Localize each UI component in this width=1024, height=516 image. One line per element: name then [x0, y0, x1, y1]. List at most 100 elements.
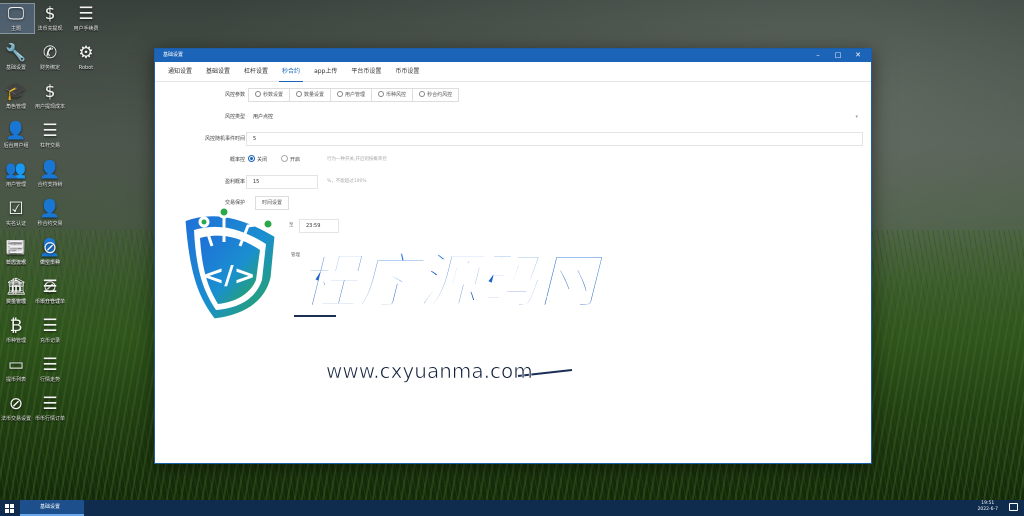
list-icon: ☰ [42, 121, 58, 141]
delay-label: 风控随机事件时间 [204, 136, 245, 142]
risk-mode-select[interactable]: 用户点控 ▾ [246, 110, 863, 124]
risk-type-option[interactable]: 秒数设置 [248, 88, 291, 102]
risk-mode-label: 风控类型 [224, 114, 245, 120]
risk-type-option[interactable]: 数量设置 [289, 88, 332, 102]
list-icon: ☰ [42, 355, 58, 375]
option-icon [255, 91, 261, 97]
taskbar: 基础设置 19:51 2022-6-7 [0, 500, 1024, 516]
desktop-icon[interactable]: ₿ 币种管理 [0, 316, 34, 345]
tab-5[interactable]: 平台币设置 [344, 62, 388, 81]
desktop-icon[interactable]: $ 用户提现成本 [32, 82, 68, 111]
desktop-icon-label: 行情走势 [39, 377, 60, 383]
desktop-icon[interactable]: $ 法币充提现 [32, 4, 68, 33]
profit-label: 盈利概率 [224, 179, 245, 185]
check-square-icon: ☑ [8, 199, 24, 219]
switch-label: 概率控 [229, 157, 245, 163]
radio-dot [248, 155, 255, 162]
profit-row: 盈利概率 15 %，不能超过100% [155, 175, 871, 189]
desktop-icon-label: 用户手续费 [73, 26, 99, 32]
desktop-icon[interactable]: ✆ 财务绑定 [32, 43, 68, 72]
risk-mode-value: 用户点控 [253, 114, 274, 120]
desktop-icon-label: 日志流水 [5, 260, 26, 266]
desktop-icon-label: 币币行情订单 [34, 416, 65, 422]
clock-date: 2022-6-7 [977, 507, 998, 512]
desktop-icon-label: 币币开仓订单 [34, 299, 65, 305]
users-icon: 👥 [5, 160, 27, 180]
desktop-icon[interactable]: ☑ 实名认证 [0, 199, 34, 228]
desktop-icon-label: 做空币种 [39, 260, 60, 266]
switch-off-radio[interactable]: 关闭 [248, 155, 267, 165]
desktop-icon[interactable]: ☰ 币币行情订单 [32, 394, 68, 423]
user-plus-icon: 👤 [39, 199, 61, 219]
start-button[interactable] [0, 500, 18, 516]
desktop-icon[interactable]: 👥 用户管理 [0, 160, 34, 189]
desktop-icon-label: 合约支持树 [37, 182, 63, 188]
watermark: </> 程序源码网 www.cxyuanma.com [176, 190, 626, 390]
desktop-icon[interactable]: ☰ 用户手续费 [68, 4, 104, 33]
desktop-icon[interactable]: ⚙ Robot [68, 43, 104, 72]
risk-type-option-label: 币种风控 [386, 92, 407, 98]
system-clock[interactable]: 19:51 2022-6-7 [978, 501, 998, 513]
desktop-icon[interactable]: 👤 后台用户组 [0, 121, 34, 150]
switch-on-radio[interactable]: 开启 [281, 155, 300, 165]
risk-type-option-label: 数量设置 [304, 92, 325, 98]
desktop-icon[interactable]: 👤 秒合约交易 [32, 199, 68, 228]
desktop-icon[interactable]: 🔧 基础设置 [0, 43, 34, 72]
desktop-icon[interactable]: 🏛 资金管理 [0, 277, 34, 306]
desktop-icon[interactable]: ⊘ 法币交易设置 [0, 394, 34, 423]
tab-1[interactable]: 基础设置 [199, 62, 237, 81]
tab-3[interactable]: 秒合约 [275, 62, 307, 82]
desktop-icon[interactable]: 👤 合约支持树 [32, 160, 68, 189]
delay-input[interactable]: 5 [246, 132, 863, 146]
risk-type-option-label: 秒合约风控 [427, 92, 453, 98]
card-icon: ▭ [7, 355, 25, 375]
option-icon [337, 91, 344, 97]
minimize-button[interactable]: – [809, 49, 827, 62]
desktop-icon-label: 实名认证 [5, 221, 26, 227]
risk-type-option[interactable]: 币种风控 [371, 88, 414, 102]
bank-icon: 🏛 [5, 277, 27, 297]
desktop-icon-label: 用户管理 [5, 182, 26, 188]
wrench-icon: 🔧 [5, 43, 27, 63]
desktop-icon-label: 基础设置 [5, 65, 26, 71]
risk-type-option[interactable]: 秒合约风控 [412, 88, 460, 102]
desktop-icon-label: 杠杆交易 [39, 143, 60, 149]
desktop-icon[interactable]: ▭ 提币列表 [0, 355, 34, 384]
risk-mode-row: 风控类型 用户点控 ▾ [155, 110, 871, 124]
list-icon: ☰ [8, 238, 24, 258]
tab-bar: 通知设置 基础设置 杠杆设置 秒合约 app上传 平台币设置 币币设置 [155, 62, 871, 82]
profit-input[interactable]: 15 [246, 175, 318, 189]
close-button[interactable]: ✕ [849, 49, 867, 62]
shield-logo-icon: </> [182, 205, 278, 322]
desktop-icon[interactable]: 🖵 主题 [0, 3, 35, 34]
dollar-icon: $ [44, 82, 56, 102]
desktop-icon-label: 财务绑定 [39, 65, 60, 71]
tab-6[interactable]: 币币设置 [388, 62, 426, 81]
switch-row: 概率控 关闭 开启 行为一种开关,开启则按概率控 [155, 153, 871, 167]
watermark-code-mark: </> [202, 261, 255, 291]
desktop-icon-label: 用户提现成本 [34, 104, 65, 110]
desktop-icon[interactable]: ☰ 充币记录 [32, 316, 68, 345]
maximize-button[interactable]: □ [829, 49, 847, 62]
desktop-icon[interactable]: ☰ 日志流水 [0, 238, 34, 267]
list-icon: ☰ [42, 316, 58, 336]
risk-type-label: 风控参数 [224, 92, 245, 98]
tab-2[interactable]: 杠杆设置 [237, 62, 275, 81]
tab-0[interactable]: 通知设置 [161, 62, 199, 81]
option-icon [296, 91, 303, 97]
desktop-icon[interactable]: ☰ 行情走势 [32, 355, 68, 384]
desktop-icon[interactable]: ⊘ 做空币种 [32, 238, 68, 267]
radio-dot [281, 155, 288, 162]
desktop-icon-label: 法币交易设置 [0, 416, 31, 422]
list-icon: ☰ [42, 394, 58, 414]
tab-4[interactable]: app上传 [307, 62, 344, 81]
desktop-icon[interactable]: 🎓 角色管理 [0, 82, 34, 111]
chevron-down-icon: ▾ [855, 114, 858, 120]
window-titlebar[interactable]: 基础设置 – □ ✕ [155, 49, 871, 62]
taskbar-app-settings[interactable]: 基础设置 [20, 500, 84, 516]
desktop-icon[interactable]: ☰ 币币开仓订单 [32, 277, 68, 306]
risk-type-option[interactable]: 用户管理 [330, 88, 373, 102]
notification-icon[interactable] [1009, 503, 1018, 511]
desktop-icon-label: 资金管理 [5, 299, 26, 305]
desktop-icon[interactable]: ☰ 杠杆交易 [32, 121, 68, 150]
